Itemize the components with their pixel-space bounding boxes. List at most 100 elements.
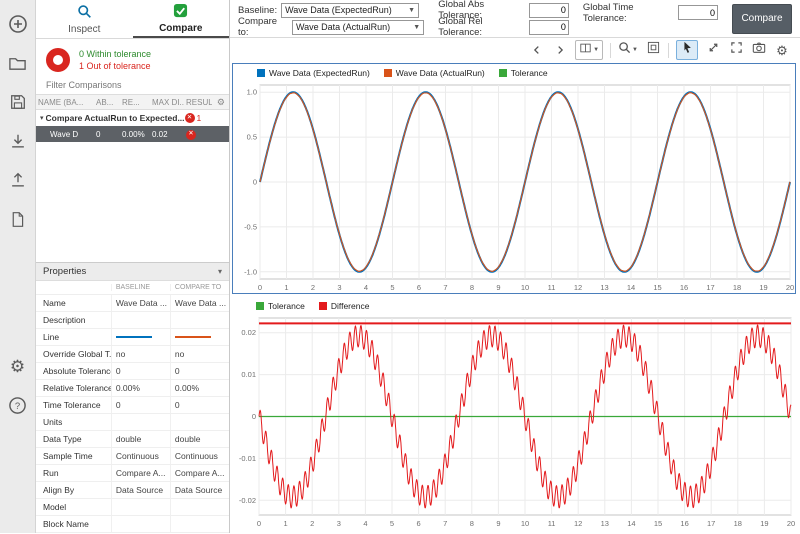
legend-item-difference[interactable]: Difference: [319, 301, 370, 311]
chart-svg: 012345678910111213141516171819200.020.01…: [232, 314, 796, 529]
chevron-down-icon: ▼: [413, 24, 420, 31]
import-button[interactable]: [6, 129, 30, 153]
property-compare-value: Compare A...: [170, 465, 229, 481]
magnifier-icon: [77, 4, 92, 22]
zoom-dropdown-button[interactable]: ▼: [618, 41, 638, 59]
chevron-down-icon: ▼: [408, 7, 415, 14]
property-row-align-by: Align By Data Source Data Source: [36, 482, 229, 499]
compare-to-dropdown[interactable]: Wave Data (ActualRun) ▼: [292, 20, 424, 35]
svg-text:8: 8: [470, 283, 474, 292]
preferences-button[interactable]: ⚙: [6, 354, 30, 378]
svg-text:1: 1: [284, 283, 288, 292]
svg-text:15: 15: [653, 283, 661, 292]
difference-chart-legend: Tolerance Difference: [232, 297, 796, 314]
baseline-dropdown-value: Wave Data (ExpectedRun): [285, 5, 392, 15]
property-compare-value: double: [170, 431, 229, 447]
property-label: Data Type: [36, 434, 111, 444]
export-button[interactable]: [6, 168, 30, 192]
property-row-model: Model: [36, 499, 229, 516]
svg-text:10: 10: [521, 283, 529, 292]
svg-text:20: 20: [786, 283, 794, 292]
compare-to-label: Compare to:: [238, 16, 288, 38]
open-button[interactable]: [6, 51, 30, 75]
save-disk-icon: [9, 93, 27, 111]
property-label: Block Name: [36, 519, 111, 529]
svg-text:5: 5: [390, 283, 394, 292]
legend-item-expected-run[interactable]: Wave Data (ExpectedRun): [257, 68, 370, 78]
fullscreen-button[interactable]: [728, 41, 744, 59]
global-time-tolerance-label: Global Time Tolerance:: [583, 2, 674, 24]
difference-chart[interactable]: Tolerance Difference 0123456789101112131…: [232, 297, 796, 529]
compare-button[interactable]: Compare: [732, 4, 792, 34]
help-button[interactable]: ?: [6, 393, 30, 417]
pointer-tool-button[interactable]: [676, 40, 698, 60]
compare-to-column-label: COMPARE TO: [170, 284, 229, 291]
prev-arrow-button[interactable]: [529, 41, 545, 59]
layout-dropdown-button[interactable]: ▼: [575, 40, 603, 60]
tab-compare[interactable]: Compare: [133, 0, 230, 38]
legend-item-tolerance[interactable]: Tolerance: [256, 301, 305, 311]
global-rel-tolerance-input[interactable]: [529, 20, 569, 35]
question-mark-icon: ?: [8, 396, 27, 415]
signal-rel-cell: 0.00%: [120, 130, 150, 139]
left-icon-strip: ⚙ ?: [0, 0, 36, 533]
global-time-tolerance-input[interactable]: [678, 5, 718, 20]
layout-grid-icon: [579, 41, 592, 59]
next-arrow-button[interactable]: [552, 41, 568, 59]
add-run-button[interactable]: [6, 12, 30, 36]
compare-line-swatch: [175, 336, 211, 338]
column-settings-icon[interactable]: ⚙: [217, 97, 229, 108]
column-name: NAME (BA...: [36, 98, 94, 107]
baseline-dropdown[interactable]: Wave Data (ExpectedRun) ▼: [281, 3, 419, 18]
svg-text:2: 2: [311, 283, 315, 292]
fit-to-view-button[interactable]: [645, 41, 661, 59]
property-baseline-value: Continuous: [111, 448, 170, 464]
svg-text:6: 6: [417, 519, 421, 528]
svg-text:17: 17: [706, 283, 714, 292]
svg-text:13: 13: [600, 283, 608, 292]
property-row-absolute-tolerance: Absolute Tolerance 0 0: [36, 363, 229, 380]
collapse-chevron-icon[interactable]: ▾: [218, 267, 222, 276]
legend-item-actual-run[interactable]: Wave Data (ActualRun): [384, 68, 485, 78]
legend-item-tolerance[interactable]: Tolerance: [499, 68, 548, 78]
pan-expand-button[interactable]: [705, 41, 721, 59]
property-label: Absolute Tolerance: [36, 366, 111, 376]
top-chart[interactable]: Wave Data (ExpectedRun) Wave Data (Actua…: [232, 63, 796, 294]
diagonal-arrows-icon: [707, 41, 720, 59]
property-compare-value: Data Source: [170, 482, 229, 498]
comparison-group-row[interactable]: ▾ Compare ActualRun to Expected... ✕ 1: [36, 110, 229, 126]
signal-result-cell: ✕: [184, 128, 212, 139]
properties-header[interactable]: Properties ▾: [36, 263, 229, 281]
snapshot-button[interactable]: [751, 41, 767, 59]
property-label: Time Tolerance: [36, 400, 111, 410]
charts-area: Wave Data (ExpectedRun) Wave Data (Actua…: [230, 62, 800, 533]
property-compare-value: 0.00%: [170, 380, 229, 396]
plot-toolbar: ▼ ▼ ⚙: [230, 38, 800, 62]
comparison-signal-row[interactable]: Wave D 0 0.00% 0.02 ✕: [36, 126, 229, 142]
property-baseline-value: Data Source: [111, 482, 170, 498]
property-baseline-value: 0: [111, 363, 170, 379]
property-label: Line: [36, 332, 111, 342]
camera-icon: [752, 41, 766, 59]
svg-text:14: 14: [627, 283, 635, 292]
svg-text:1.0: 1.0: [247, 88, 257, 97]
difference-plot[interactable]: 012345678910111213141516171819200.020.01…: [232, 314, 796, 529]
property-baseline-value: [111, 312, 170, 328]
signal-comparison-plot[interactable]: 012345678910111213141516171819201.00.50-…: [233, 81, 795, 293]
svg-text:18: 18: [734, 519, 742, 528]
property-compare-value: Continuous: [170, 448, 229, 464]
save-button[interactable]: [6, 90, 30, 114]
svg-text:16: 16: [680, 519, 688, 528]
tab-inspect[interactable]: Inspect: [36, 0, 133, 38]
compare-controls-bar: Baseline: Wave Data (ExpectedRun) ▼ Comp…: [230, 0, 800, 38]
toolbar-divider: [610, 43, 611, 58]
plus-circle-icon: [8, 14, 28, 34]
filter-comparisons[interactable]: Filter Comparisons: [36, 79, 229, 94]
error-badge-icon: ✕: [185, 113, 195, 123]
column-result: RESULT: [184, 98, 212, 107]
create-report-button[interactable]: [6, 207, 30, 231]
legend-swatch: [499, 69, 507, 77]
property-row-data-type: Data Type double double: [36, 431, 229, 448]
global-abs-tolerance-input[interactable]: [529, 3, 569, 18]
plot-settings-button[interactable]: ⚙: [774, 41, 790, 59]
